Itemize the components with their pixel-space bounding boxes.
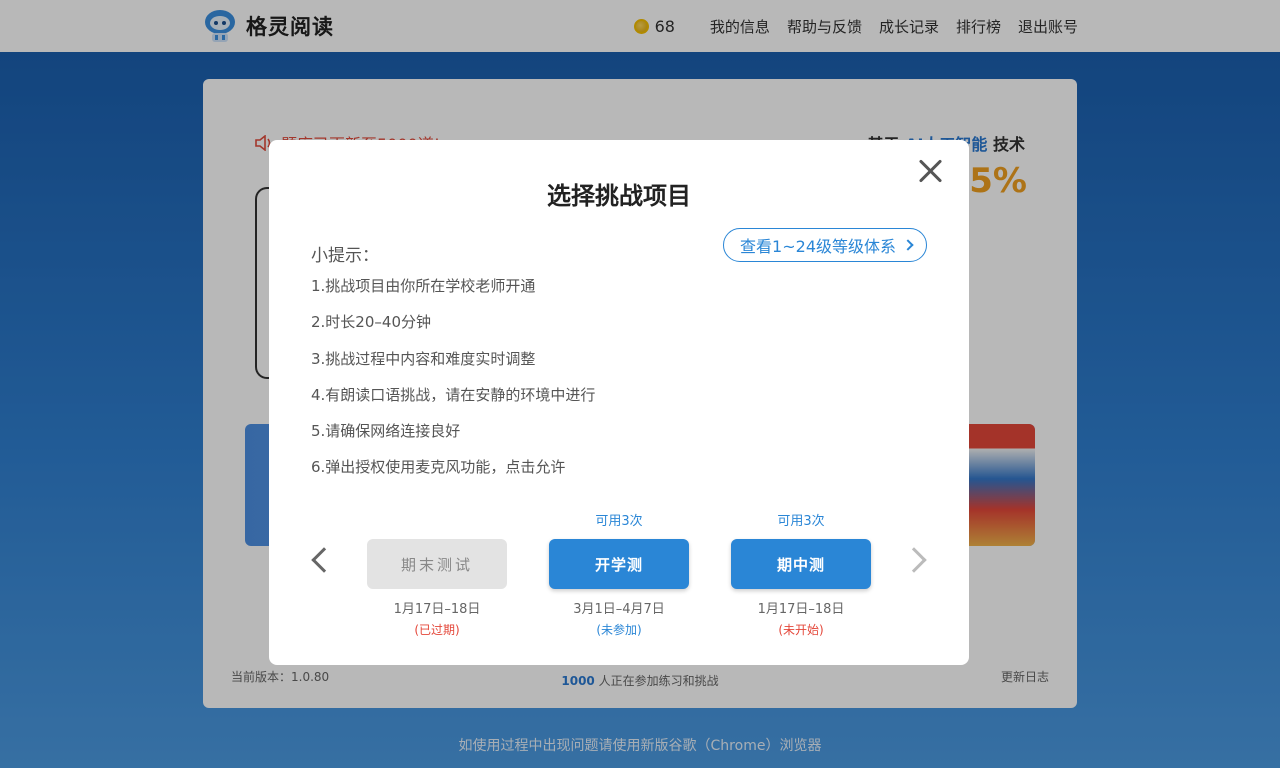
project-availability: 可用3次 xyxy=(595,514,643,529)
project-availability xyxy=(367,510,507,530)
project-date: 3月1日–4月7日 xyxy=(573,602,665,617)
tip-item: 6.弹出授权使用麦克风功能，点击允许 xyxy=(311,458,566,477)
project-opening-test: 可用3次 开学测 3月1日–4月7日 (未参加) xyxy=(549,510,689,638)
project-midterm-test: 可用3次 期中测 1月17日–18日 (未开始) xyxy=(731,510,871,638)
tip-item: 1.挑战项目由你所在学校老师开通 xyxy=(311,277,536,295)
tips-list: 1.挑战项目由你所在学校老师开通 2.时长20–40分钟 3.挑战过程中内容和难… xyxy=(311,276,595,494)
final-test-button[interactable]: 期末测试 xyxy=(367,539,507,589)
tip-item: 2.时长20–40分钟 xyxy=(311,313,431,332)
midterm-test-button[interactable]: 期中测 xyxy=(731,539,871,589)
tips-title: 小提示： xyxy=(311,246,379,266)
project-date: 1月17日–18日 xyxy=(393,602,481,617)
level-system-label: 查看1~24级等级体系 xyxy=(740,237,896,256)
next-arrow-icon[interactable] xyxy=(901,547,927,573)
modal-title: 选择挑战项目 xyxy=(547,182,691,210)
tip-item: 3.挑战过程中内容和难度实时调整 xyxy=(311,349,536,368)
chevron-right-icon xyxy=(902,239,914,251)
tip-item: 4.有朗读口语挑战，请在安静的环境中进行 xyxy=(311,385,596,404)
project-status: (未开始) xyxy=(778,623,824,637)
tip-item: 5.请确保网络连接良好 xyxy=(311,422,461,441)
prev-arrow-icon[interactable] xyxy=(311,547,337,573)
project-status: (已过期) xyxy=(414,623,460,637)
project-status: (未参加) xyxy=(596,623,642,637)
project-availability: 可用3次 xyxy=(777,514,825,529)
level-system-button[interactable]: 查看1~24级等级体系 xyxy=(723,228,927,262)
project-final-test: 期末测试 1月17日–18日 (已过期) xyxy=(367,510,507,638)
select-challenge-modal: 选择挑战项目 查看1~24级等级体系 小提示： 1.挑战项目由你所在学校老师开通… xyxy=(269,140,969,665)
opening-test-button[interactable]: 开学测 xyxy=(549,539,689,589)
project-date: 1月17日–18日 xyxy=(757,602,845,617)
